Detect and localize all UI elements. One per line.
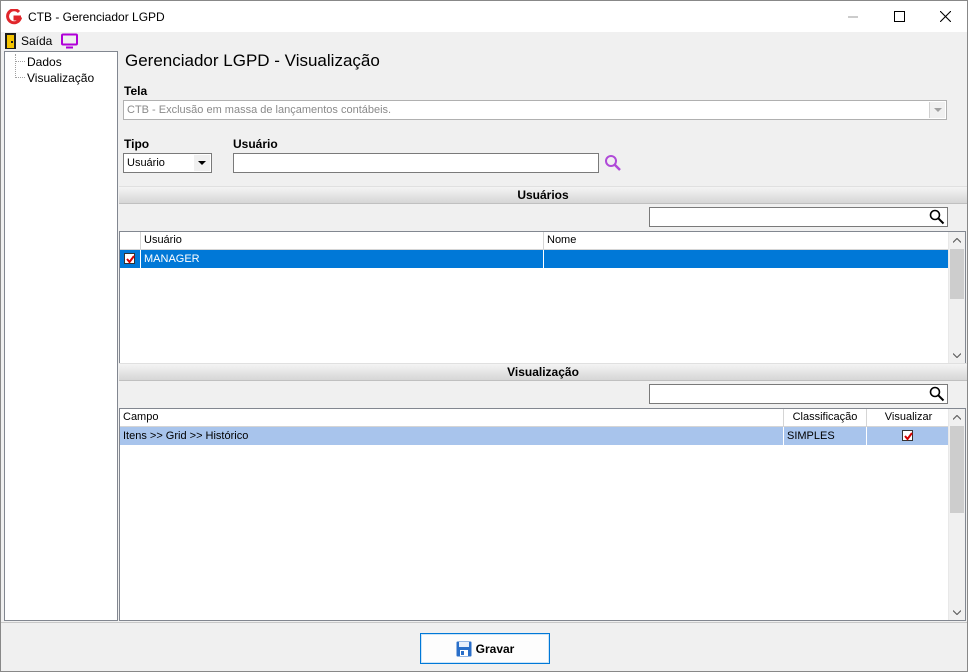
close-icon xyxy=(939,11,951,22)
exit-label: Saída xyxy=(21,34,53,48)
column-header-classificacao[interactable]: Classificação xyxy=(784,409,867,427)
grid-header-check xyxy=(120,232,141,250)
check-icon xyxy=(126,255,135,264)
maximize-icon xyxy=(893,11,905,22)
tela-combobox[interactable]: CTB - Exclusão em massa de lançamentos c… xyxy=(123,100,947,120)
search-icon[interactable] xyxy=(929,209,945,225)
search-icon[interactable] xyxy=(929,386,945,402)
close-button[interactable] xyxy=(922,1,967,32)
table-row[interactable]: Itens >> Grid >> Histórico SIMPLES xyxy=(120,427,948,445)
tipo-dropdown-button[interactable] xyxy=(194,155,210,171)
chevron-down-icon xyxy=(198,160,206,165)
usuarios-scrollbar[interactable] xyxy=(948,232,965,363)
toolbar: Saída xyxy=(1,32,967,50)
column-header-usuario[interactable]: Usuário xyxy=(141,232,544,250)
usuario-input[interactable] xyxy=(233,153,599,173)
tela-value: CTB - Exclusão em massa de lançamentos c… xyxy=(127,104,392,116)
scroll-thumb[interactable] xyxy=(950,426,964,513)
cell-nome xyxy=(544,250,948,268)
scroll-down-button[interactable] xyxy=(949,604,965,620)
tree-item-visualizacao[interactable]: Visualização xyxy=(27,71,94,85)
cell-usuario: MANAGER xyxy=(141,250,544,268)
tipo-select[interactable]: Usuário xyxy=(123,153,212,173)
usuarios-filter-input[interactable] xyxy=(649,207,948,227)
scroll-up-button[interactable] xyxy=(949,232,965,248)
minimize-icon xyxy=(848,16,858,17)
maximize-button[interactable] xyxy=(876,1,922,32)
row-checkbox[interactable] xyxy=(124,253,135,264)
footer-divider xyxy=(1,622,967,623)
tree-connector xyxy=(15,54,16,78)
save-label: Gravar xyxy=(475,641,515,656)
usuarios-section-header: Usuários xyxy=(119,186,967,204)
visualizacao-grid: Campo Classificação Visualizar Itens >> … xyxy=(119,408,966,621)
exit-button[interactable]: Saída xyxy=(1,32,55,50)
grid-header: Campo Classificação Visualizar xyxy=(120,409,950,427)
visualizacao-section-header: Visualização xyxy=(119,363,967,381)
save-button[interactable]: Gravar xyxy=(420,633,550,664)
tela-dropdown-button[interactable] xyxy=(929,102,945,118)
tipo-label: Tipo xyxy=(124,137,150,151)
column-header-campo[interactable]: Campo xyxy=(120,409,784,427)
page-title: Gerenciador LGPD - Visualização xyxy=(125,51,380,70)
chevron-down-icon xyxy=(953,352,961,358)
chevron-up-icon xyxy=(953,237,961,243)
cell-visualizar xyxy=(867,427,948,445)
title-bar: CTB - Gerenciador LGPD xyxy=(1,1,967,32)
grid-header: Usuário Nome xyxy=(120,232,950,250)
tree-connector xyxy=(15,77,25,78)
chevron-up-icon xyxy=(953,414,961,420)
table-row[interactable]: MANAGER xyxy=(120,250,948,268)
visualizacao-filter-input[interactable] xyxy=(649,384,948,404)
scroll-thumb[interactable] xyxy=(950,249,964,299)
visualizacao-scrollbar[interactable] xyxy=(948,409,965,620)
usuario-label: Usuário xyxy=(233,137,278,151)
app-logo-icon xyxy=(6,9,22,25)
chevron-down-icon xyxy=(933,107,942,112)
scroll-down-button[interactable] xyxy=(949,347,965,363)
navigation-tree: Dados Visualização xyxy=(4,51,118,621)
row-checkbox-cell xyxy=(120,250,141,268)
tree-connector xyxy=(15,61,25,62)
app-window: CTB - Gerenciador LGPD Saída Dados Visua… xyxy=(0,0,968,672)
tela-label: Tela xyxy=(124,84,148,98)
tipo-value: Usuário xyxy=(127,157,165,169)
column-header-nome[interactable]: Nome xyxy=(544,232,950,250)
visualizar-checkbox[interactable] xyxy=(902,430,913,441)
scroll-up-button[interactable] xyxy=(949,409,965,425)
monitor-icon[interactable] xyxy=(61,33,78,49)
window-title: CTB - Gerenciador LGPD xyxy=(28,10,165,24)
minimize-button[interactable] xyxy=(830,1,876,32)
column-header-visualizar[interactable]: Visualizar xyxy=(867,409,950,427)
exit-door-icon xyxy=(5,33,16,49)
floppy-disk-icon xyxy=(456,641,472,656)
cell-classificacao: SIMPLES xyxy=(784,427,867,445)
chevron-down-icon xyxy=(953,609,961,615)
search-icon[interactable] xyxy=(604,154,622,172)
check-icon xyxy=(904,432,913,441)
cell-campo: Itens >> Grid >> Histórico xyxy=(120,427,784,445)
usuarios-grid: Usuário Nome MANAGER xyxy=(119,231,966,364)
tree-item-dados[interactable]: Dados xyxy=(27,55,62,69)
